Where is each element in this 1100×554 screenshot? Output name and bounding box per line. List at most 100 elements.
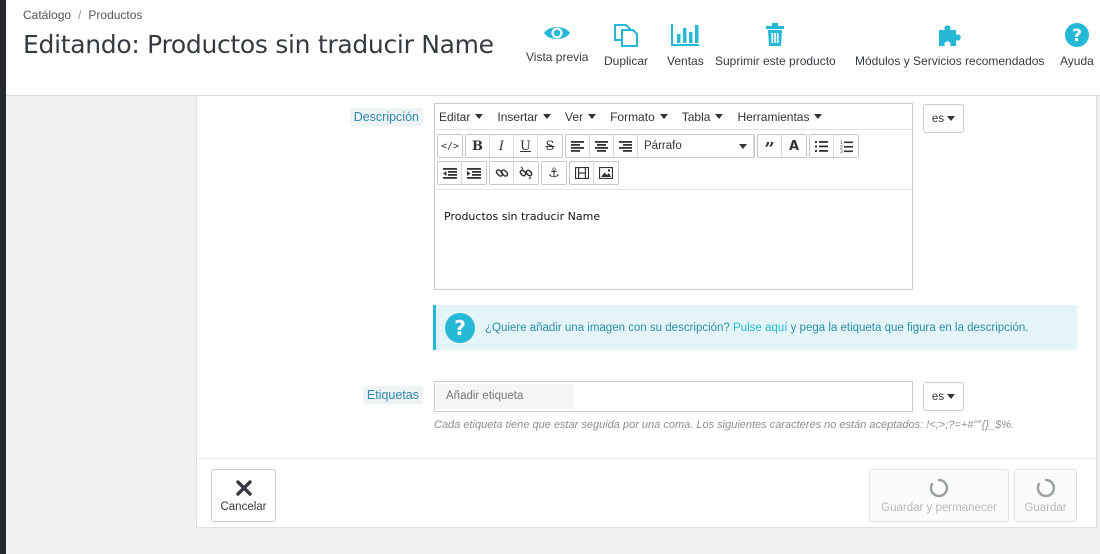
insert-image-button[interactable] bbox=[594, 162, 618, 184]
quote-icon: ” bbox=[764, 138, 775, 160]
menu-insert[interactable]: Insertar bbox=[497, 109, 552, 124]
page-header: Catálogo / Productos Editando: Productos s… bbox=[6, 0, 1100, 96]
loading-spinner-icon bbox=[929, 478, 949, 497]
duplicate-label: Duplicar bbox=[604, 54, 649, 68]
delete-product-label: Suprimir este producto bbox=[715, 54, 836, 68]
save-button[interactable]: Guardar bbox=[1014, 469, 1077, 522]
block-format-select[interactable]: Párrafo bbox=[638, 135, 754, 157]
tags-language-value: es bbox=[931, 390, 945, 403]
sales-button[interactable]: Ventas bbox=[667, 22, 704, 68]
insert-video-button[interactable] bbox=[570, 162, 594, 184]
indent-button[interactable] bbox=[462, 162, 486, 184]
tags-label: Etiquetas bbox=[362, 386, 423, 404]
bold-icon: B bbox=[472, 138, 483, 154]
question-circle-icon: ? bbox=[445, 312, 475, 343]
underline-button[interactable]: U bbox=[514, 135, 538, 157]
quote-color-group: ” A bbox=[757, 134, 807, 160]
menu-table-label: Tabla bbox=[681, 109, 711, 124]
puzzle-icon bbox=[938, 25, 961, 46]
caret-down-icon bbox=[739, 143, 747, 149]
menu-view[interactable]: Ver bbox=[565, 109, 597, 124]
editor-content-area[interactable]: Productos sin traducir Name bbox=[435, 189, 912, 289]
description-language-dropdown[interactable]: es bbox=[923, 104, 964, 133]
numbered-list-icon: 123 bbox=[840, 140, 853, 153]
breadcrumb-catalog[interactable]: Catálogo bbox=[23, 8, 71, 22]
description-content: Productos sin traducir Name bbox=[444, 210, 601, 223]
menu-edit[interactable]: Editar bbox=[439, 110, 484, 124]
help-button[interactable]: ? Ayuda bbox=[1060, 22, 1094, 68]
breadcrumb: Catálogo / Productos bbox=[23, 8, 142, 22]
link-group bbox=[489, 161, 539, 185]
align-format-group: Párrafo bbox=[565, 134, 755, 158]
source-code-button[interactable]: </> bbox=[438, 135, 462, 157]
preview-button[interactable]: Vista previa bbox=[526, 22, 588, 64]
close-icon bbox=[235, 479, 252, 496]
caret-down-icon bbox=[814, 114, 823, 119]
numbered-list-button[interactable]: 123 bbox=[834, 135, 858, 157]
editor-menubar: Editar Insertar Ver Formato Tabla Herram… bbox=[435, 104, 912, 130]
menu-tools[interactable]: Herramientas bbox=[737, 110, 823, 124]
strikethrough-icon: S bbox=[545, 138, 555, 154]
description-language-value: es bbox=[931, 112, 945, 125]
bullet-list-button[interactable] bbox=[810, 135, 834, 157]
text-color-button[interactable]: A bbox=[782, 135, 806, 157]
editor-toolbar-row-2: ⚓ bbox=[437, 161, 619, 185]
text-style-group: B I U S bbox=[465, 134, 563, 158]
outdent-icon bbox=[442, 167, 457, 179]
tags-help-text: Cada etiqueta tiene que estar seguida po… bbox=[434, 419, 1015, 431]
caret-down-icon bbox=[947, 116, 956, 121]
image-info-alert: ? ¿Quiere añadir una imagen con su descr… bbox=[433, 305, 1077, 350]
footer-divider bbox=[197, 458, 1096, 459]
outdent-button[interactable] bbox=[438, 162, 462, 184]
align-right-icon bbox=[619, 140, 632, 152]
eye-icon bbox=[544, 27, 571, 39]
indent-icon bbox=[467, 167, 481, 179]
anchor-icon: ⚓ bbox=[548, 165, 560, 181]
align-right-button[interactable] bbox=[614, 135, 638, 157]
menu-format[interactable]: Formato bbox=[610, 110, 668, 124]
alert-message: ¿Quiere añadir una imagen con su descrip… bbox=[485, 322, 1028, 334]
align-left-button[interactable] bbox=[566, 135, 590, 157]
anchor-button[interactable]: ⚓ bbox=[542, 162, 566, 184]
source-group: </> bbox=[437, 134, 463, 158]
trash-icon bbox=[766, 23, 785, 46]
breadcrumb-separator: / bbox=[78, 8, 82, 22]
link-icon bbox=[495, 169, 508, 177]
insert-link-button[interactable] bbox=[490, 162, 514, 184]
anchor-group: ⚓ bbox=[541, 161, 567, 185]
recommended-modules-button[interactable]: Módulos y Servicios recomendados bbox=[855, 22, 1044, 68]
caret-down-icon bbox=[475, 114, 484, 119]
tags-language-dropdown[interactable]: es bbox=[923, 382, 964, 411]
editor-toolbar-row-1: </> B I U S Párrafo ” A 1 2 3 bbox=[437, 134, 859, 160]
align-center-button[interactable] bbox=[590, 135, 614, 157]
menu-table[interactable]: Tabla bbox=[682, 110, 724, 124]
alert-link[interactable]: Pulse aquí bbox=[733, 322, 787, 334]
menu-insert-label: Insertar bbox=[497, 109, 539, 124]
unlink-icon bbox=[519, 166, 533, 180]
media-group bbox=[569, 161, 619, 185]
strikethrough-button[interactable]: S bbox=[538, 135, 562, 157]
caret-down-icon bbox=[715, 114, 724, 119]
save-and-stay-label: Guardar y permanecer bbox=[881, 501, 997, 514]
description-editor: Editar Insertar Ver Formato Tabla Herram… bbox=[434, 103, 913, 290]
block-format-value: Párrafo bbox=[644, 140, 682, 152]
remove-link-button[interactable] bbox=[514, 162, 538, 184]
cancel-button[interactable]: Cancelar bbox=[211, 469, 276, 522]
loading-spinner-icon bbox=[1036, 478, 1055, 497]
delete-product-button[interactable]: Suprimir este producto bbox=[715, 22, 836, 68]
save-and-stay-button[interactable]: Guardar y permanecer bbox=[869, 469, 1009, 522]
italic-button[interactable]: I bbox=[490, 135, 514, 157]
duplicate-button[interactable]: Duplicar bbox=[604, 22, 648, 68]
blockquote-button[interactable]: ” bbox=[758, 135, 782, 160]
preview-label: Vista previa bbox=[526, 50, 589, 64]
bullet-list-icon bbox=[815, 140, 828, 152]
code-icon: </> bbox=[440, 140, 460, 152]
menu-view-label: Ver bbox=[565, 109, 584, 124]
bold-button[interactable]: B bbox=[466, 135, 490, 157]
breadcrumb-products[interactable]: Productos bbox=[88, 8, 142, 22]
tags-entry[interactable]: Añadir etiqueta bbox=[436, 384, 574, 409]
bar-chart-icon bbox=[671, 24, 700, 46]
tags-input-field[interactable]: Añadir etiqueta bbox=[434, 381, 913, 412]
caret-down-icon bbox=[588, 114, 597, 119]
alert-text-before: ¿Quiere añadir una imagen con su descrip… bbox=[485, 321, 730, 334]
